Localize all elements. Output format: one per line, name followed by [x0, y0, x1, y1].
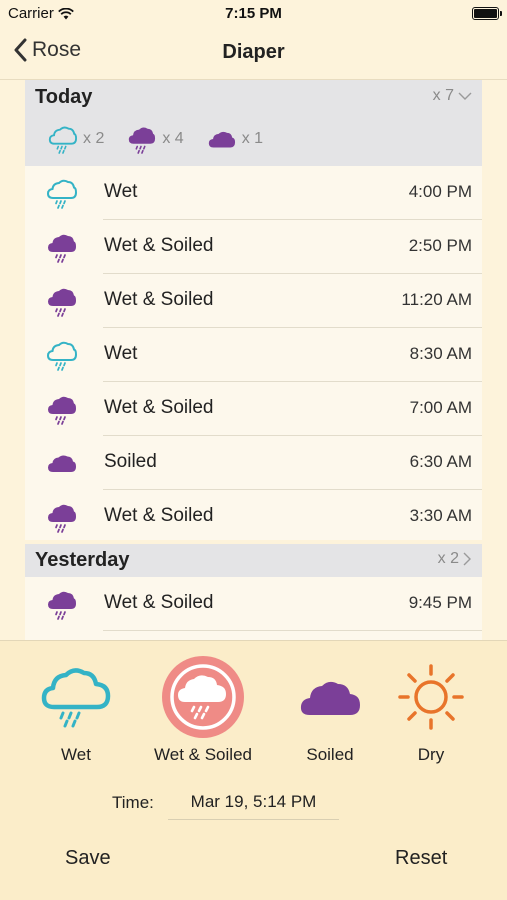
save-button[interactable]: Save	[65, 847, 111, 870]
chevron-right-icon	[463, 552, 471, 566]
today-summary: x 2 x 4 x 1	[47, 124, 285, 154]
summary-wet: x 2	[47, 124, 104, 154]
entry-panel: Wet Wet & Soiled Soiled Dry Time: Mar 19…	[0, 640, 507, 900]
soiled-icon	[48, 455, 76, 472]
yesterday-header[interactable]: Yesterday x 2	[25, 544, 482, 577]
status-time: 7:15 PM	[225, 5, 282, 22]
entry-label: Wet & Soiled	[104, 397, 214, 418]
type-soiled-button[interactable]: Soiled	[292, 657, 368, 765]
time-label: Time:	[112, 793, 154, 812]
today-header[interactable]: Today x 7 x 2 x 4 x 1	[25, 80, 482, 166]
summary-count: x 2	[83, 130, 105, 147]
wet-soiled-icon	[162, 656, 244, 738]
list-item[interactable]: Wet 8:30 AM	[25, 328, 482, 382]
soiled-icon	[300, 681, 360, 715]
battery-icon	[472, 7, 502, 20]
list-item[interactable]: Wet & Soiled 9:45 PM	[25, 577, 482, 631]
entry-label: Wet & Soiled	[104, 235, 214, 256]
entry-time: 8:30 AM	[409, 344, 472, 363]
section-count: x 2	[438, 550, 472, 568]
section-title: Today	[35, 86, 93, 108]
wet-soiled-icon	[48, 288, 76, 317]
wet-soiled-icon	[48, 234, 76, 263]
reset-button[interactable]: Reset	[395, 847, 447, 870]
wet-soiled-icon	[48, 591, 76, 620]
entry-label: Wet	[104, 343, 138, 364]
wet-icon	[41, 668, 111, 728]
entry-time: 6:30 AM	[409, 452, 472, 471]
entry-time: 2:50 PM	[408, 236, 472, 255]
type-label: Wet	[61, 745, 91, 764]
time-picker-field[interactable]: Mar 19, 5:14 PM	[168, 784, 339, 820]
wet-icon	[46, 341, 77, 371]
type-label: Dry	[417, 745, 445, 764]
list-item[interactable]: Wet & Soiled 3:30 AM	[25, 490, 482, 544]
wet-soiled-icon	[48, 396, 76, 425]
diaper-log-list[interactable]: Today x 7 x 2 x 4 x 1 Wet 4:00 PM Wet & …	[0, 80, 507, 640]
type-label: Soiled	[306, 745, 354, 764]
type-wet-soiled-button[interactable]: Wet & Soiled	[150, 655, 256, 765]
chevron-down-icon	[458, 92, 472, 100]
wet-icon	[46, 179, 77, 209]
summary-wet-soiled: x 4	[126, 124, 184, 154]
summary-soiled: x 1	[206, 124, 263, 154]
wet-soiled-icon	[48, 504, 76, 533]
entry-time: 9:45 PM	[408, 593, 472, 612]
type-wet-button[interactable]: Wet	[36, 657, 116, 765]
section-title: Yesterday	[35, 549, 130, 571]
wet-soiled-icon	[129, 127, 156, 154]
section-count: x 7	[433, 87, 472, 105]
summary-count: x 1	[241, 130, 264, 147]
soiled-icon	[208, 131, 235, 148]
type-label: Wet & Soiled	[154, 745, 252, 764]
entry-label: Wet	[104, 181, 138, 202]
list-item[interactable]: Wet & Soiled 2:50 PM	[25, 220, 482, 274]
status-bar: Carrier 7:15 PM	[0, 0, 507, 28]
list-item[interactable]: Soiled 6:30 AM	[25, 436, 482, 490]
entry-time: 4:00 PM	[408, 182, 472, 201]
divider	[103, 630, 482, 631]
entry-time: 11:20 AM	[401, 290, 472, 309]
nav-bar: Rose Diaper	[0, 28, 507, 80]
sun-icon	[398, 664, 464, 730]
page-title: Diaper	[222, 41, 285, 63]
yesterday-count: x 2	[437, 550, 459, 567]
today-count: x 7	[432, 87, 454, 104]
entry-time: 7:00 AM	[409, 398, 472, 417]
entry-label: Wet & Soiled	[104, 592, 214, 613]
list-item[interactable]: Wet & Soiled 7:00 AM	[25, 382, 482, 436]
summary-count: x 4	[162, 130, 184, 147]
entry-label: Wet & Soiled	[104, 289, 214, 310]
entry-time: 3:30 AM	[409, 506, 472, 525]
entry-label: Wet & Soiled	[104, 505, 214, 526]
type-dry-button[interactable]: Dry	[396, 657, 466, 765]
wet-icon	[48, 126, 77, 154]
list-item[interactable]: Wet 4:00 PM	[25, 166, 482, 220]
entry-label: Soiled	[104, 451, 157, 472]
list-item[interactable]: Wet & Soiled 11:20 AM	[25, 274, 482, 328]
